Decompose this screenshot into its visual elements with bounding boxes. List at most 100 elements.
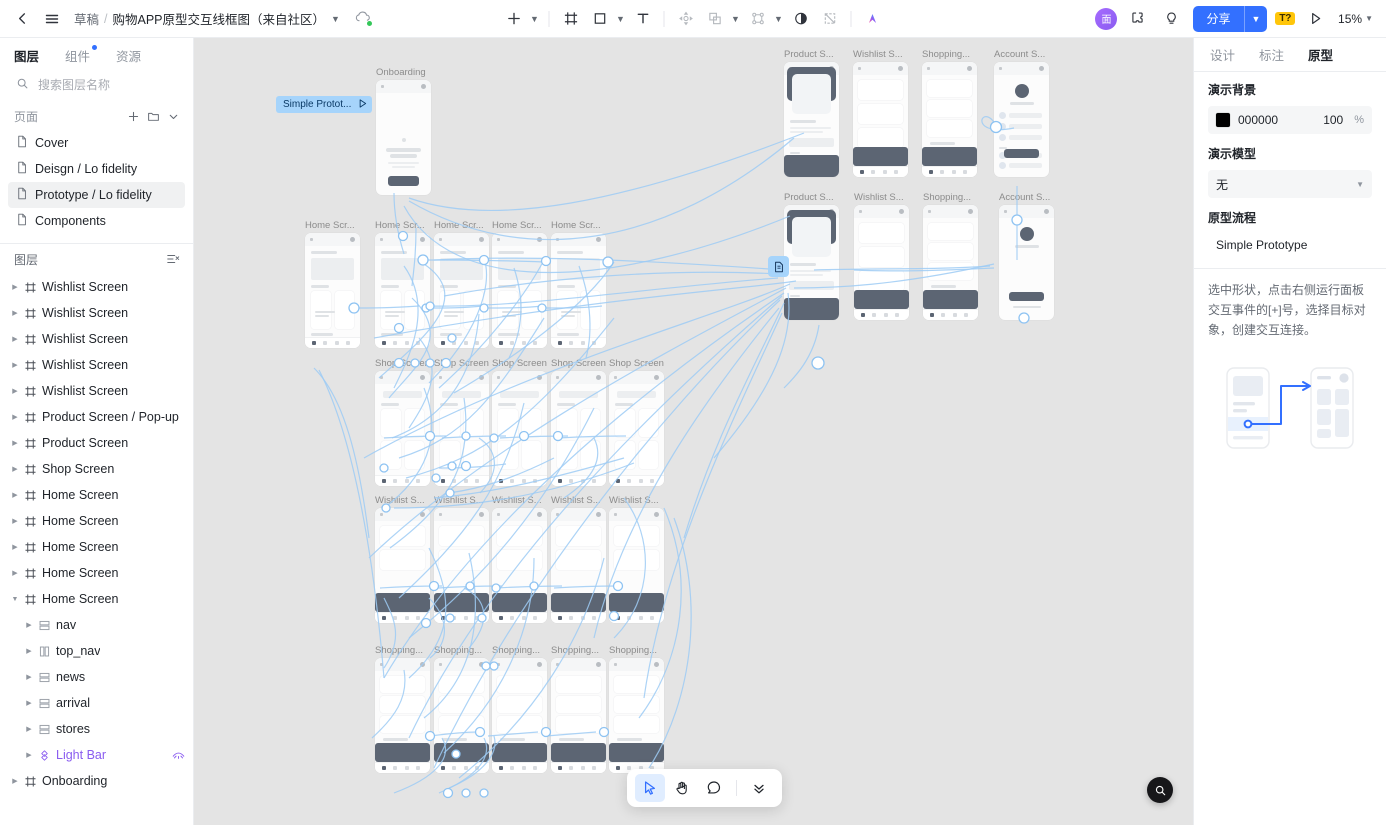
chevron-right-icon[interactable]: ▶ bbox=[8, 465, 22, 473]
canvas-frame[interactable] bbox=[784, 205, 839, 320]
layer-row[interactable]: ▶ news bbox=[0, 664, 193, 690]
tab-annotation[interactable]: 标注 bbox=[1259, 45, 1284, 64]
tab-prototype[interactable]: 原型 bbox=[1308, 45, 1333, 64]
canvas-frame[interactable] bbox=[551, 233, 606, 348]
frame-label[interactable]: Product S... bbox=[784, 192, 834, 203]
prototype-flow-value[interactable]: Simple Prototype bbox=[1208, 234, 1372, 256]
canvas-frame[interactable] bbox=[434, 371, 489, 486]
layer-row[interactable]: ▶ Onboarding bbox=[0, 768, 193, 794]
tool-text[interactable] bbox=[629, 5, 657, 33]
canvas-frame[interactable] bbox=[784, 62, 839, 177]
frame-label[interactable]: Shopping... bbox=[923, 192, 971, 203]
frame-label[interactable]: Wishlist S... bbox=[375, 495, 425, 506]
canvas-frame[interactable] bbox=[375, 658, 430, 773]
translate-badge[interactable]: T? bbox=[1275, 12, 1296, 25]
canvas-frame[interactable] bbox=[434, 658, 489, 773]
chevron-right-icon[interactable]: ▶ bbox=[22, 647, 36, 655]
layer-row[interactable]: ▶ Shop Screen bbox=[0, 456, 193, 482]
canvas-frame[interactable] bbox=[492, 233, 547, 348]
chevron-right-icon[interactable]: ▶ bbox=[22, 673, 36, 681]
device-select[interactable]: 无 ▼ bbox=[1208, 170, 1372, 198]
flow-start-badge[interactable] bbox=[768, 256, 789, 277]
eye-off-icon[interactable] bbox=[172, 750, 185, 760]
frame-label[interactable]: Wishlist S... bbox=[609, 495, 659, 506]
lightbulb-icon[interactable] bbox=[1157, 5, 1185, 33]
back-button[interactable] bbox=[8, 5, 36, 33]
preview-play-button[interactable] bbox=[1301, 5, 1329, 33]
breadcrumb-file-name[interactable]: 购物APP原型交互线框图（来自社区） bbox=[113, 9, 326, 28]
canvas-frame[interactable] bbox=[551, 371, 606, 486]
canvas-frame[interactable] bbox=[375, 508, 430, 623]
tab-components[interactable]: 组件 bbox=[65, 44, 98, 65]
chevron-right-icon[interactable]: ▶ bbox=[8, 387, 22, 395]
search-input[interactable] bbox=[36, 77, 176, 93]
frame-label[interactable]: Shopping... bbox=[492, 645, 540, 656]
chevron-right-icon[interactable]: ▶ bbox=[8, 517, 22, 525]
tool-vector[interactable] bbox=[672, 5, 700, 33]
avatar[interactable]: 面 bbox=[1095, 7, 1118, 30]
new-folder-icon[interactable] bbox=[143, 106, 163, 126]
frame-label[interactable]: Product S... bbox=[784, 49, 834, 60]
chevron-down-icon[interactable]: ▼ bbox=[528, 5, 542, 33]
tool-component[interactable]: ▼ bbox=[701, 5, 743, 33]
canvas-frame[interactable] bbox=[551, 508, 606, 623]
chevron-right-icon[interactable]: ▶ bbox=[8, 335, 22, 343]
breadcrumb-draft[interactable]: 草稿 bbox=[74, 9, 99, 28]
chevron-down-icon[interactable]: ▼ bbox=[8, 596, 22, 603]
frame-label[interactable]: Wishlist S... bbox=[492, 495, 542, 506]
layer-row[interactable]: ▶ Home Screen bbox=[0, 534, 193, 560]
opacity-value[interactable]: 100 bbox=[1323, 113, 1343, 127]
frame-label[interactable]: Onboarding bbox=[376, 67, 426, 78]
chevron-down-icon[interactable]: ▼ bbox=[1245, 6, 1268, 32]
layer-row[interactable]: ▶ Product Screen bbox=[0, 430, 193, 456]
plugin-icon[interactable] bbox=[1123, 5, 1151, 33]
canvas-frame[interactable] bbox=[923, 205, 978, 320]
page-item-prototype-lo-fidelity[interactable]: Prototype / Lo fidelity bbox=[8, 182, 185, 208]
canvas-frame[interactable] bbox=[434, 508, 489, 623]
chevron-right-icon[interactable]: ▶ bbox=[8, 439, 22, 447]
layer-row[interactable]: ▼ Home Screen bbox=[0, 586, 193, 612]
tool-boolean[interactable]: ▼ bbox=[744, 5, 786, 33]
layer-row[interactable]: ▶ Wishlist Screen bbox=[0, 352, 193, 378]
tool-slice[interactable] bbox=[816, 5, 844, 33]
tab-layers[interactable]: 图层 bbox=[14, 46, 39, 65]
chevron-right-icon[interactable]: ▶ bbox=[8, 777, 22, 785]
frame-label[interactable]: Shop Screen bbox=[492, 358, 547, 369]
chevron-down-icon[interactable]: ▼ bbox=[614, 5, 628, 33]
canvas-frame[interactable] bbox=[434, 233, 489, 348]
canvas-frame[interactable] bbox=[492, 658, 547, 773]
chevron-right-icon[interactable]: ▶ bbox=[8, 491, 22, 499]
color-hex-value[interactable]: 000000 bbox=[1238, 113, 1315, 127]
add-page-icon[interactable] bbox=[123, 106, 143, 126]
frame-label[interactable]: Home Scr... bbox=[434, 220, 484, 231]
frame-label[interactable]: Shopping... bbox=[375, 645, 423, 656]
layer-filter-icon[interactable] bbox=[163, 249, 183, 269]
canvas-frame[interactable] bbox=[609, 371, 664, 486]
canvas-frame[interactable] bbox=[551, 658, 606, 773]
comment-tool-button[interactable] bbox=[699, 774, 729, 802]
canvas-frame[interactable] bbox=[994, 62, 1049, 177]
frame-label[interactable]: Home Scr... bbox=[305, 220, 355, 231]
canvas-frame[interactable] bbox=[922, 62, 977, 177]
tool-mask[interactable] bbox=[787, 5, 815, 33]
tool-ai[interactable] bbox=[859, 5, 887, 33]
chevron-down-icon[interactable]: ▼ bbox=[729, 5, 743, 33]
chevron-right-icon[interactable]: ▶ bbox=[8, 569, 22, 577]
layer-row[interactable]: ▶ Home Screen bbox=[0, 508, 193, 534]
tool-frame[interactable] bbox=[557, 5, 585, 33]
color-swatch[interactable] bbox=[1216, 113, 1230, 127]
chevron-down-icon[interactable]: ▼ bbox=[772, 5, 786, 33]
tool-add[interactable]: ▼ bbox=[500, 5, 542, 33]
canvas-frame[interactable] bbox=[492, 508, 547, 623]
chevron-right-icon[interactable]: ▶ bbox=[8, 543, 22, 551]
layer-row[interactable]: ▶ Light Bar bbox=[0, 742, 193, 768]
chevron-right-icon[interactable]: ▶ bbox=[8, 361, 22, 369]
canvas-frame[interactable] bbox=[376, 80, 431, 195]
frame-label[interactable]: Account S... bbox=[999, 192, 1050, 203]
chevron-right-icon[interactable]: ▶ bbox=[22, 621, 36, 629]
zoom-search-fab[interactable] bbox=[1147, 777, 1173, 803]
canvas-frame[interactable] bbox=[305, 233, 360, 348]
frame-label[interactable]: Shop Screen bbox=[434, 358, 489, 369]
tool-shape[interactable]: ▼ bbox=[586, 5, 628, 33]
chevron-right-icon[interactable]: ▶ bbox=[22, 699, 36, 707]
